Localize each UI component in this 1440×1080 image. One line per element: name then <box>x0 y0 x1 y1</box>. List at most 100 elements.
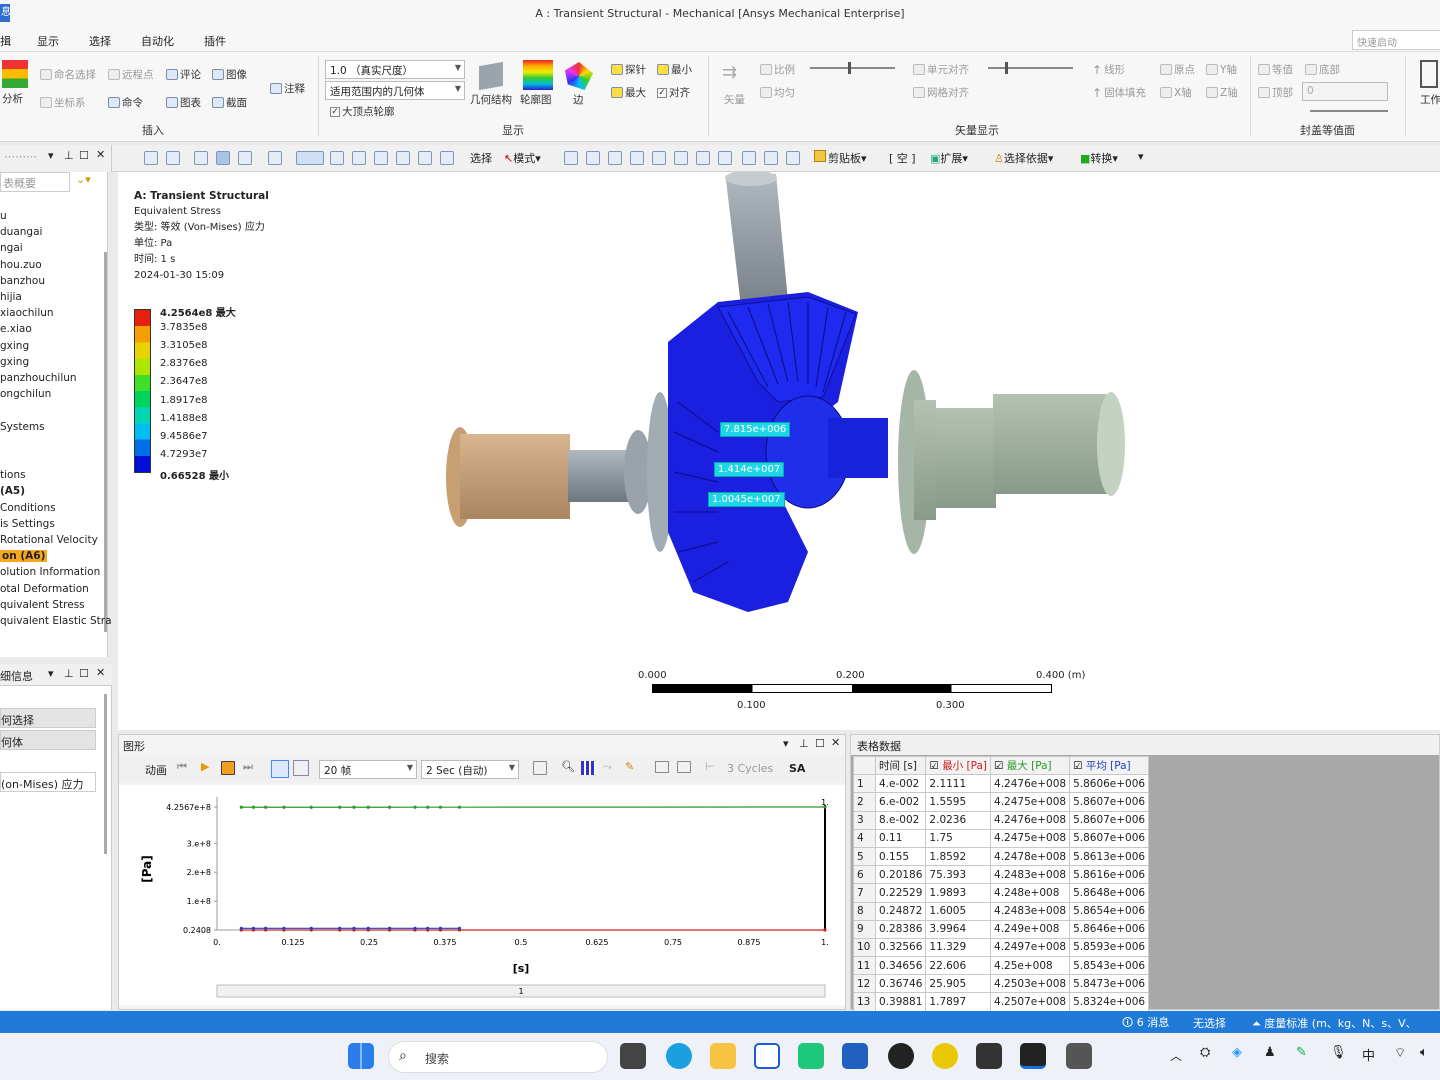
named-selection-button[interactable]: 命名选择 <box>40 67 96 82</box>
camera-icon[interactable] <box>786 151 800 165</box>
qq-icon[interactable] <box>888 1043 914 1069</box>
slider-thumb[interactable] <box>848 62 851 74</box>
menu-selection[interactable]: 选择 <box>89 33 111 49</box>
top-button[interactable]: 顶部 <box>1258 85 1293 100</box>
col-max[interactable]: ☑ 最大 [Pa] <box>990 755 1071 776</box>
volume-icon[interactable]: 🔈︎ <box>1420 1045 1428 1060</box>
task-view-icon[interactable] <box>620 1043 646 1069</box>
tree-item[interactable]: olution Information <box>0 566 100 578</box>
col-min[interactable]: ☑ 最小 [Pa] <box>925 755 992 776</box>
z-axis-button[interactable]: Z轴 <box>1206 85 1238 100</box>
tree-item[interactable]: hou.zuo <box>0 259 42 271</box>
snapshot-icon[interactable] <box>764 151 778 165</box>
proportional-button[interactable]: 比例 <box>760 62 795 77</box>
table-row[interactable]: 10 0.32566 11.329 4.2497e+008 5.8593e+006 <box>853 937 1150 958</box>
app-icon-green[interactable] <box>798 1043 824 1069</box>
more-icon[interactable]: ▾ <box>1138 150 1144 163</box>
command-button[interactable]: 命令 <box>108 95 143 110</box>
copy-chart-icon[interactable] <box>655 761 669 773</box>
details-row-geometry[interactable]: 何体 <box>0 730 96 750</box>
tree-item[interactable]: quivalent Stress <box>0 599 85 611</box>
select-element-face-icon[interactable] <box>696 151 710 165</box>
tree-item[interactable]: gxing <box>0 340 29 352</box>
isovalue-button[interactable]: 等值 <box>1258 62 1293 77</box>
chevron-down-icon[interactable]: ▾ <box>48 149 54 162</box>
worksheet-button[interactable]: 工作 <box>1420 92 1440 107</box>
geometry-scope-select[interactable]: 适用范围内的几何体 ▼ <box>325 81 465 100</box>
chart-settings-icon[interactable] <box>677 761 691 773</box>
select-body-icon[interactable] <box>630 151 644 165</box>
pin-icon[interactable]: ⊥ <box>64 149 74 162</box>
filter-dropdown-icon[interactable]: ⌄▾ <box>76 173 91 186</box>
mode-dropdown[interactable]: ↖模式▾ <box>504 150 541 166</box>
select-mesh-icon[interactable] <box>718 151 732 165</box>
edge-button[interactable]: 边 <box>573 92 584 107</box>
table-row[interactable]: 12 0.36746 25.905 4.2503e+008 5.8473e+006 <box>853 974 1150 994</box>
mechanical-icon[interactable] <box>1020 1043 1046 1069</box>
table-row[interactable]: 1 4.e-002 2.1111 4.2476e+008 5.8606e+006 <box>853 774 1150 794</box>
tree-item[interactable]: e.xiao <box>0 323 32 335</box>
result-chart[interactable]: 4.2567e+8 3.e+8 2.e+8 1.e+8 0.24080. 0.125 0.2… <box>119 785 845 1005</box>
maximize-icon[interactable]: ☐ <box>79 149 89 162</box>
chevron-up-icon[interactable]: ︿ <box>1170 1047 1182 1064</box>
origin-button[interactable]: 原点 <box>1160 62 1195 77</box>
wifi-icon[interactable]: ⌔ <box>1394 1045 1406 1061</box>
select-element-icon[interactable] <box>674 151 688 165</box>
checkbox-icon[interactable]: ☑ <box>1073 760 1082 772</box>
table-row[interactable]: 5 0.155 1.8592 4.2478e+008 5.8613e+006 <box>853 846 1150 867</box>
cycles-icon[interactable]: ⊢ <box>705 760 715 773</box>
extend-dropdown[interactable]: ▣扩展▾ <box>930 150 968 166</box>
iso-view-icon[interactable] <box>194 151 208 165</box>
magnifier-icon[interactable] <box>418 151 432 165</box>
select-face-icon[interactable] <box>608 151 622 165</box>
x-axis-button[interactable]: X轴 <box>1160 85 1192 100</box>
zoom-icon[interactable] <box>352 151 366 165</box>
tree-item[interactable]: Conditions <box>0 502 56 514</box>
rotate-icon[interactable] <box>296 151 324 165</box>
tree-item[interactable]: quivalent Elastic Stra <box>0 615 112 627</box>
play-icon[interactable]: ▶ <box>201 760 209 773</box>
annotation-toggle-icon[interactable] <box>268 151 282 165</box>
comment-button[interactable]: 评论 <box>166 67 201 82</box>
tree-item[interactable]: u <box>0 210 7 222</box>
tree-item[interactable]: Systems <box>0 421 45 433</box>
element-align-button[interactable]: 单元对齐 <box>913 62 969 77</box>
cap-slider[interactable] <box>1310 110 1388 112</box>
tree-item[interactable]: banzhou <box>0 275 45 287</box>
messages-status[interactable]: 🛈 6 消息 <box>1122 1014 1169 1033</box>
windows-start-icon[interactable] <box>348 1043 374 1069</box>
chevron-down-icon[interactable]: ▾ <box>783 737 789 750</box>
y-axis-button[interactable]: Y轴 <box>1206 62 1237 77</box>
clipboard-dropdown[interactable]: 剪贴板▾ <box>814 150 867 166</box>
bottom-button[interactable]: 底部 <box>1305 62 1340 77</box>
details-row-scoping[interactable]: 何选择 <box>0 708 96 728</box>
workbench-icon[interactable] <box>976 1043 1002 1069</box>
annotation-button[interactable]: 注释 <box>270 81 305 96</box>
table-row[interactable]: 3 8.e-002 2.0236 4.2476e+008 5.8607e+006 <box>853 810 1150 830</box>
table-row[interactable]: 7 0.22529 1.9893 4.248e+008 5.8648e+006 <box>853 883 1150 903</box>
probe-label[interactable]: 1.0045e+007 <box>708 492 785 507</box>
previous-view-icon[interactable] <box>440 151 454 165</box>
convert-dropdown[interactable]: ■转换▾ <box>1080 150 1118 166</box>
pin-icon[interactable]: ⊥ <box>799 737 809 750</box>
autoscale-icon[interactable]: ⤳ <box>603 760 612 774</box>
table-row[interactable]: 11 0.34656 22.606 4.25e+008 5.8543e+006 <box>853 956 1150 976</box>
table-row[interactable]: 9 0.28386 3.9964 4.249e+008 5.8646e+006 <box>853 919 1150 939</box>
probe-label[interactable]: 1.414e+007 <box>714 462 785 477</box>
box-zoom-icon[interactable] <box>374 151 388 165</box>
menu-automation[interactable]: 自动化 <box>141 33 174 49</box>
close-icon[interactable]: ✕ <box>96 148 105 161</box>
maximize-icon[interactable]: ☐ <box>815 737 825 750</box>
taskbar-search[interactable]: ⌕ 搜索 <box>388 1041 608 1073</box>
tree-item[interactable]: duangai <box>0 226 42 238</box>
select-vertex-icon[interactable] <box>564 151 578 165</box>
edge-browser-icon[interactable] <box>666 1043 692 1069</box>
vector-length-slider[interactable] <box>810 67 895 69</box>
contour-button[interactable]: 轮廓图 <box>520 92 552 107</box>
table-row[interactable]: 13 0.39881 1.7897 4.2507e+008 5.8324e+006 <box>853 992 1150 1012</box>
select-node-icon[interactable] <box>652 151 666 165</box>
music-icon[interactable] <box>932 1043 958 1069</box>
table-row[interactable]: 2 6.e-002 1.5595 4.2475e+008 5.8607e+006 <box>853 792 1150 812</box>
chevron-down-icon[interactable]: ▾ <box>48 667 54 680</box>
tree-item[interactable]: is Settings <box>0 518 55 530</box>
